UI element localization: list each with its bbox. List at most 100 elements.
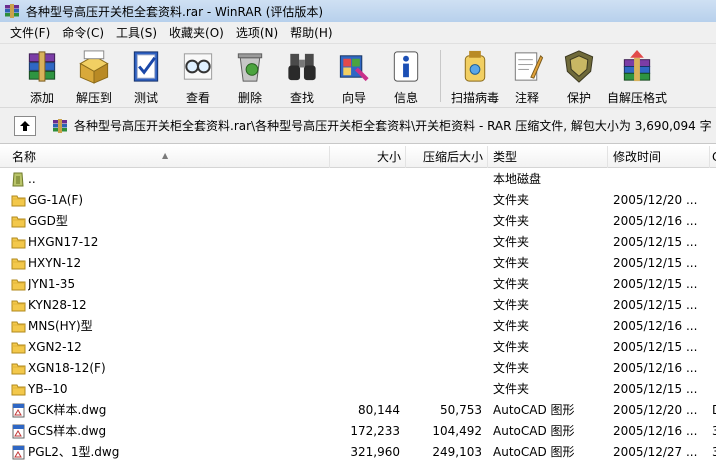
add-label: 添加 — [29, 91, 54, 105]
extract-to-label: 解压到 — [75, 91, 112, 105]
folder-icon — [11, 214, 26, 229]
file-row[interactable]: HXGN17-12 文件夹 2005/12/15 ... — [0, 232, 716, 253]
column-size[interactable]: 大小 — [330, 146, 406, 168]
info-icon — [393, 51, 419, 82]
file-row[interactable]: XGN2-12 文件夹 2005/12/15 ... — [0, 337, 716, 358]
column-packed[interactable]: 压缩后大小 — [406, 146, 488, 168]
file-name: .. — [28, 172, 36, 186]
extract-to-button[interactable]: 解压到 — [68, 44, 120, 106]
view-button[interactable]: 查看 — [172, 44, 224, 106]
virus-scan-icon — [464, 50, 486, 82]
folder-icon — [11, 277, 26, 292]
rar-archive-icon — [53, 118, 67, 133]
menu-help[interactable]: 帮助(H) — [284, 24, 338, 41]
file-size — [330, 211, 400, 232]
menu-options[interactable]: 选项(N) — [230, 24, 284, 41]
file-row[interactable]: GGD型 文件夹 2005/12/16 ... — [0, 211, 716, 232]
menu-commands[interactable]: 命令(C) — [56, 24, 110, 41]
folder-icon — [11, 340, 26, 355]
column-type-label: 类型 — [493, 150, 518, 164]
file-row[interactable]: YB--10 文件夹 2005/12/15 ... — [0, 379, 716, 400]
column-modified[interactable]: 修改时间 — [608, 146, 710, 168]
view-label: 查看 — [185, 91, 210, 105]
file-modified: 2005/12/15 ... — [613, 340, 698, 354]
title-bar: 各种型号高压开关柜全套资料.rar - WinRAR (评估版本) — [0, 0, 716, 22]
column-modified-label: 修改时间 — [613, 150, 662, 164]
file-extra — [712, 337, 716, 358]
virus-scan-button[interactable]: 扫描病毒 — [449, 44, 501, 106]
menu-file[interactable]: 文件(F) — [4, 24, 56, 41]
file-row[interactable]: MNS(HY)型 文件夹 2005/12/16 ... — [0, 316, 716, 337]
virus-scan-label: 扫描病毒 — [450, 91, 499, 105]
file-name: JYN1-35 — [28, 277, 76, 291]
file-size: 80,144 — [358, 403, 400, 417]
file-modified: 2005/12/16 ... — [613, 214, 698, 228]
file-name: MNS(HY)型 — [28, 319, 93, 333]
file-modified: 2005/12/15 ... — [613, 382, 698, 396]
menu-favorites[interactable]: 收藏夹(O) — [163, 24, 230, 41]
file-extra — [712, 169, 716, 190]
find-button[interactable]: 查找 — [276, 44, 328, 106]
file-type: 文件夹 — [493, 235, 530, 249]
file-name: GG-1A(F) — [28, 193, 84, 207]
folder-icon — [11, 256, 26, 271]
file-row[interactable]: XGN18-12(F) 文件夹 2005/12/16 ... — [0, 358, 716, 379]
file-size — [330, 316, 400, 337]
path-field[interactable]: 各种型号高压开关柜全套资料.rar\各种型号高压开关柜全套资料\开关柜资料 - … — [52, 114, 716, 138]
parent-folder-icon — [11, 172, 26, 187]
path-bar: 各种型号高压开关柜全套资料.rar\各种型号高压开关柜全套资料\开关柜资料 - … — [0, 108, 716, 144]
file-packed-size — [406, 211, 482, 232]
file-row[interactable]: GCK样本.dwg 80,144 50,753 AutoCAD 图形 2005/12/2… — [0, 400, 716, 421]
folder-icon — [11, 235, 26, 250]
wizard-button[interactable]: 向导 — [328, 44, 380, 106]
delete-button[interactable]: 删除 — [224, 44, 276, 106]
file-size — [330, 337, 400, 358]
protect-label: 保护 — [566, 91, 591, 105]
file-row[interactable]: .. 本地磁盘 — [0, 169, 716, 190]
folder-icon — [11, 298, 26, 313]
file-size — [330, 253, 400, 274]
sfx-button[interactable]: 自解压格式 — [605, 44, 669, 106]
info-label: 信息 — [393, 91, 418, 105]
path-text: 各种型号高压开关柜全套资料.rar\各种型号高压开关柜全套资料\开关柜资料 - … — [74, 119, 712, 133]
column-extra[interactable]: C — [710, 146, 716, 168]
file-size — [330, 358, 400, 379]
column-name[interactable]: 名称 ▲ — [0, 146, 330, 168]
file-size — [330, 295, 400, 316]
file-row[interactable]: PGL2、1型.dwg 321,960 249,103 AutoCAD 图形 2005/… — [0, 442, 716, 463]
up-one-level-button[interactable] — [14, 115, 36, 136]
file-extra — [712, 232, 716, 253]
add-button[interactable]: 添加 — [16, 44, 68, 106]
protect-button[interactable]: 保护 — [553, 44, 605, 106]
file-packed-size — [406, 316, 482, 337]
file-type: 文件夹 — [493, 256, 530, 270]
file-row[interactable]: JYN1-35 文件夹 2005/12/15 ... — [0, 274, 716, 295]
file-packed-size — [406, 379, 482, 400]
folder-icon — [11, 193, 26, 208]
file-name: GCS样本.dwg — [28, 424, 107, 438]
file-size — [330, 232, 400, 253]
toolbar: 添加 解压到 测试 查看 删除 查找 向导 信息 扫描病毒 注释 保护 自解压格… — [0, 44, 716, 108]
file-row[interactable]: HXYN-12 文件夹 2005/12/15 ... — [0, 253, 716, 274]
file-type: AutoCAD 图形 — [493, 445, 575, 459]
column-type[interactable]: 类型 — [488, 146, 608, 168]
file-packed-size — [406, 190, 482, 211]
add-books-icon — [28, 51, 56, 82]
file-packed-size — [406, 232, 482, 253]
file-extra: D — [712, 400, 716, 421]
sort-ascending-icon: ▲ — [162, 151, 169, 160]
info-button[interactable]: 信息 — [380, 44, 432, 106]
file-extra — [712, 211, 716, 232]
file-packed-size: 104,492 — [432, 424, 482, 438]
file-row[interactable]: GCS样本.dwg 172,233 104,492 AutoCAD 图形 2005/12… — [0, 421, 716, 442]
comment-button[interactable]: 注释 — [501, 44, 553, 106]
menu-tools[interactable]: 工具(S) — [110, 24, 163, 41]
file-row[interactable]: GG-1A(F) 文件夹 2005/12/20 ... — [0, 190, 716, 211]
file-row[interactable]: KYN28-12 文件夹 2005/12/15 ... — [0, 295, 716, 316]
file-packed-size: 249,103 — [432, 445, 482, 459]
test-button[interactable]: 测试 — [120, 44, 172, 106]
winrar-app-icon[interactable] — [4, 3, 20, 19]
file-extra — [712, 274, 716, 295]
file-type: 文件夹 — [493, 298, 530, 312]
file-name: PGL2、1型.dwg — [28, 445, 120, 459]
